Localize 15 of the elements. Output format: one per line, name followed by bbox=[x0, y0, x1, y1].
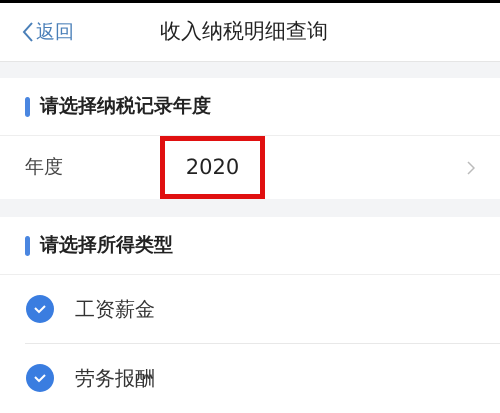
back-icon bbox=[22, 21, 34, 43]
back-button[interactable]: 返回 bbox=[0, 18, 74, 46]
year-label: 年度 bbox=[25, 155, 64, 180]
chevron-icon bbox=[467, 160, 475, 174]
option-label: 工资薪金 bbox=[75, 296, 155, 323]
section-marker bbox=[25, 96, 30, 116]
year-row[interactable]: 年度 2020 bbox=[0, 136, 500, 199]
year-value: 2020 bbox=[186, 154, 240, 181]
option-label: 劳务报酬 bbox=[75, 364, 155, 392]
income-type-option[interactable]: 工资薪金 bbox=[25, 275, 500, 343]
income-type-option[interactable]: 劳务报酬 bbox=[25, 343, 500, 411]
section-heading: 请选择所得类型 bbox=[40, 233, 173, 258]
page-title: 收入纳税明细查询 bbox=[160, 18, 328, 46]
section-heading: 请选择纳税记录年度 bbox=[40, 94, 211, 120]
section-marker bbox=[25, 236, 30, 256]
